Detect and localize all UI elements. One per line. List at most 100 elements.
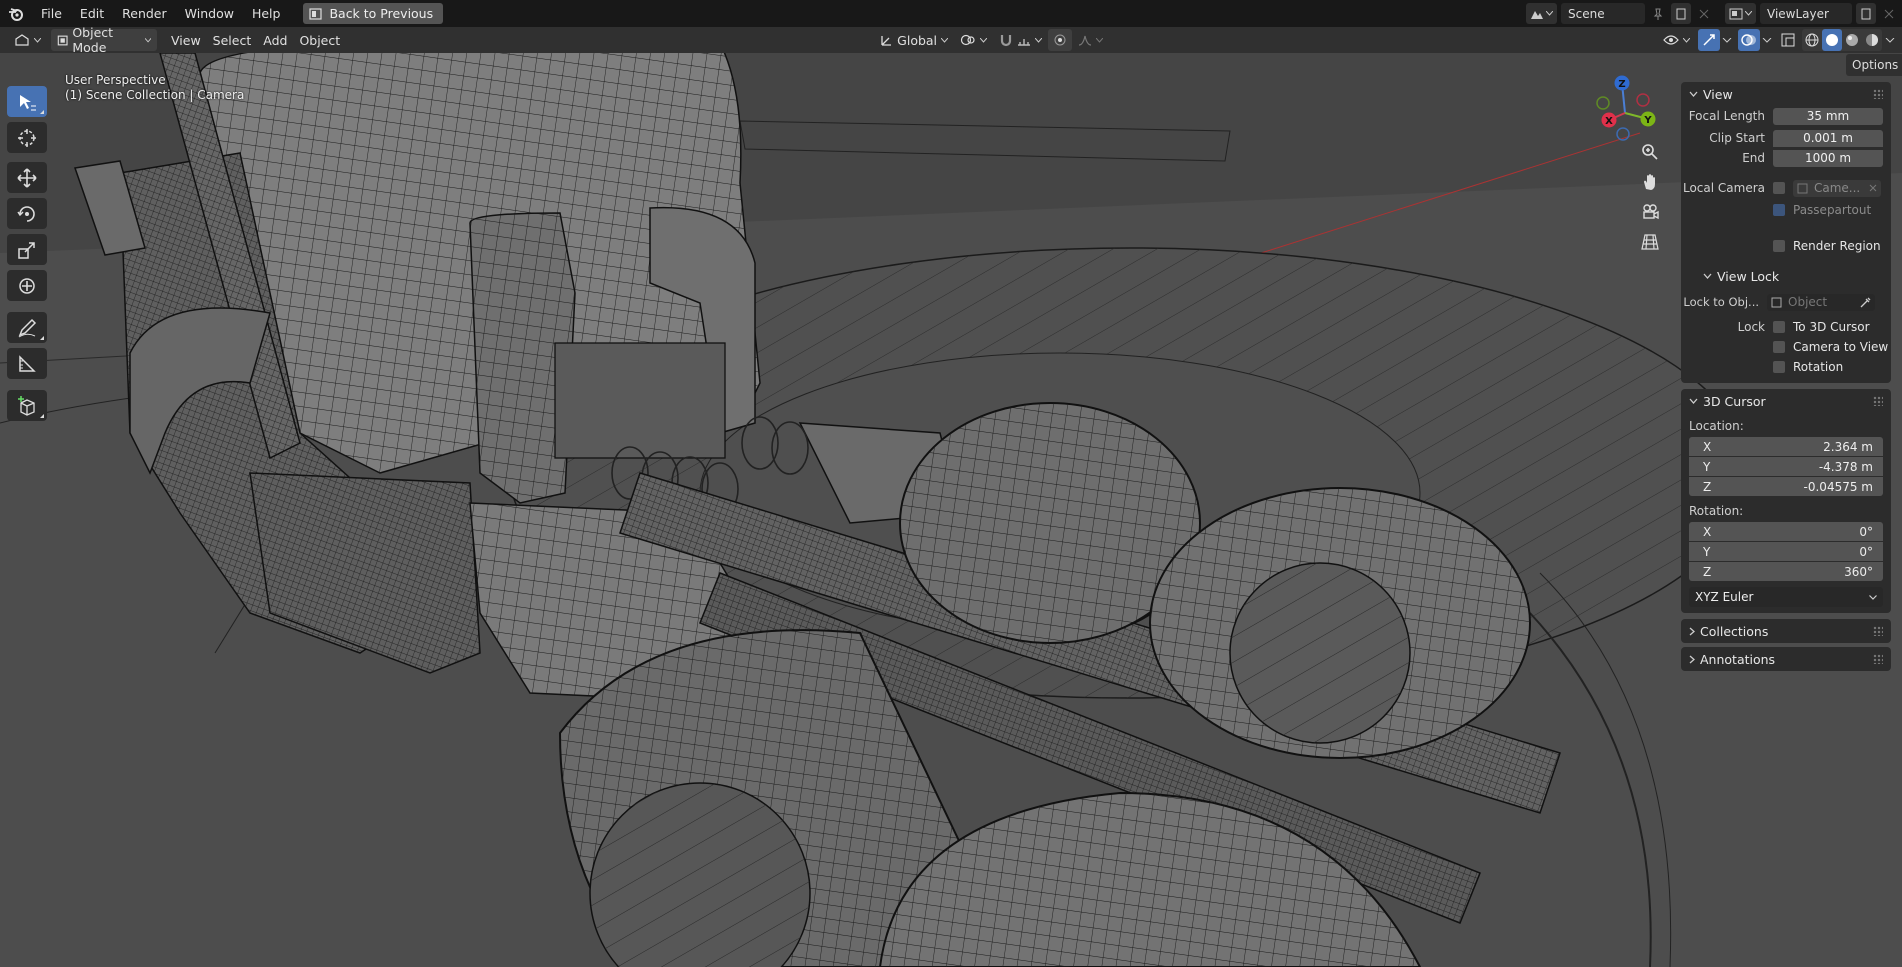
menu-render[interactable]: Render (113, 0, 176, 27)
chevron-down-icon[interactable] (1722, 37, 1732, 43)
shading-solid-button[interactable] (1822, 29, 1842, 51)
gizmo-neg-x[interactable] (1636, 93, 1650, 107)
xray-toggle[interactable] (1778, 29, 1798, 51)
header-menu-add[interactable]: Add (257, 29, 293, 51)
passepartout-checkbox[interactable] (1773, 204, 1785, 216)
chevron-down-icon[interactable] (1762, 37, 1772, 43)
shading-material-button[interactable] (1842, 29, 1862, 51)
scene-name-field[interactable]: Scene (1561, 3, 1645, 24)
3d-cursor-panel-header[interactable]: 3D Cursor (1681, 389, 1891, 413)
transform-tool[interactable] (7, 270, 47, 301)
move-arrows-icon (17, 167, 37, 188)
drag-handle-icon[interactable] (1873, 626, 1883, 636)
3d-viewport[interactable]: User Perspective (1) Scene Collection | … (0, 53, 1902, 967)
add-cube-tool[interactable] (7, 390, 47, 421)
gizmo-neg-z[interactable] (1616, 127, 1630, 141)
lock-to-3d-cursor-label: To 3D Cursor (1793, 320, 1870, 334)
cursor-location-y-field[interactable]: Y -4.378 m (1689, 457, 1883, 476)
3d-cursor-title: 3D Cursor (1703, 393, 1766, 409)
drag-handle-icon[interactable] (1873, 89, 1883, 99)
clear-x-icon[interactable] (1869, 184, 1877, 192)
pivot-icon (960, 34, 975, 46)
proportional-editing-toggle[interactable] (1048, 29, 1073, 51)
view-panel-header[interactable]: View (1681, 82, 1891, 106)
local-camera-checkbox[interactable] (1773, 182, 1785, 194)
new-scene-icon[interactable] (1671, 3, 1691, 24)
menu-file[interactable]: File (32, 0, 71, 27)
gizmo-neg-y[interactable] (1596, 96, 1610, 110)
cursor-tool[interactable] (7, 122, 47, 153)
local-camera-field[interactable]: Came... (1793, 179, 1881, 197)
visibility-selector[interactable] (1657, 29, 1696, 51)
cursor-rotation-z-field[interactable]: Z 360° (1689, 562, 1883, 581)
collections-panel-header[interactable]: Collections (1681, 619, 1891, 643)
lock-rotation-checkbox[interactable] (1773, 361, 1785, 373)
move-tool[interactable] (7, 162, 47, 193)
blender-logo-icon[interactable] (0, 0, 32, 27)
perspective-toggle-button[interactable] (1637, 229, 1663, 255)
editor-type-button[interactable] (8, 29, 47, 51)
gizmo-z-axis[interactable]: Z (1614, 75, 1630, 91)
camera-view-button[interactable] (1637, 199, 1663, 225)
options-button[interactable]: Options (1846, 54, 1902, 76)
measure-tool[interactable] (7, 348, 47, 379)
view-lock-subpanel-header[interactable]: View Lock (1681, 264, 1891, 288)
transform-orientation-selector[interactable]: Global (874, 29, 954, 51)
annotations-panel[interactable]: Annotations (1681, 647, 1891, 671)
menu-window[interactable]: Window (176, 0, 243, 27)
focal-length-label: Focal Length (1688, 109, 1765, 123)
annotations-panel-header[interactable]: Annotations (1681, 647, 1891, 671)
viewlayer-selector-button[interactable] (1725, 3, 1756, 24)
cursor-rotation-x-field[interactable]: X 0° (1689, 522, 1883, 541)
view-panel: View Focal Length 35 mm Clip Start 0.001 m… (1681, 82, 1891, 383)
eyedropper-icon[interactable] (1860, 297, 1871, 308)
cursor-rotation-y-field[interactable]: Y 0° (1689, 542, 1883, 561)
scale-tool[interactable] (7, 234, 47, 265)
header-menu-object[interactable]: Object (293, 29, 346, 51)
rotate-tool[interactable] (7, 198, 47, 229)
header-menu-select[interactable]: Select (207, 29, 258, 51)
clip-start-field[interactable]: 0.001 m (1773, 129, 1883, 147)
clip-end-field[interactable]: 1000 m (1773, 149, 1883, 167)
lock-to-object-field[interactable]: Object (1767, 293, 1875, 311)
chevron-down-icon[interactable] (1884, 37, 1896, 43)
render-region-checkbox[interactable] (1773, 240, 1785, 252)
camera-to-view-checkbox[interactable] (1773, 341, 1785, 353)
scene-selector-button[interactable] (1526, 3, 1557, 24)
cursor-location-x-field[interactable]: X 2.364 m (1689, 437, 1883, 456)
gizmo-x-label: X (1605, 116, 1613, 127)
drag-handle-icon[interactable] (1873, 654, 1883, 664)
collections-panel[interactable]: Collections (1681, 619, 1891, 643)
back-to-previous-button[interactable]: Back to Previous (303, 3, 444, 24)
cursor-location-z-field[interactable]: Z -0.04575 m (1689, 477, 1883, 496)
gizmo-toggle[interactable] (1698, 29, 1720, 51)
proportional-falloff-selector[interactable] (1072, 29, 1109, 51)
snap-toggle[interactable] (993, 29, 1048, 51)
delete-scene-icon[interactable] (1695, 3, 1713, 24)
menu-edit[interactable]: Edit (71, 0, 113, 27)
pan-button[interactable] (1637, 169, 1663, 195)
menu-help[interactable]: Help (243, 0, 290, 27)
annotate-tool[interactable] (7, 312, 47, 343)
rotation-mode-dropdown[interactable]: XYZ Euler (1689, 587, 1883, 607)
overlays-toggle[interactable] (1738, 29, 1760, 51)
add-cube-icon (18, 395, 35, 416)
gizmo-x-axis[interactable]: X (1601, 112, 1617, 128)
gizmo-y-axis[interactable]: Y (1640, 111, 1656, 127)
mode-selector[interactable]: Object Mode (51, 25, 157, 55)
new-viewlayer-icon[interactable] (1856, 3, 1876, 24)
pivot-point-selector[interactable] (954, 29, 993, 51)
shading-wireframe-button[interactable] (1802, 29, 1822, 51)
scene-name: Scene (1568, 6, 1605, 21)
zoom-button[interactable] (1637, 139, 1663, 165)
viewlayer-name-field[interactable]: ViewLayer (1760, 3, 1852, 24)
focal-length-field[interactable]: 35 mm (1773, 107, 1883, 125)
shading-rendered-button[interactable] (1862, 29, 1882, 51)
header-menu-view[interactable]: View (165, 29, 207, 51)
delete-viewlayer-icon[interactable] (1880, 3, 1898, 24)
lock-to-3d-cursor-checkbox[interactable] (1773, 321, 1785, 333)
select-box-tool[interactable] (7, 86, 47, 117)
pin-scene-icon[interactable] (1649, 3, 1667, 24)
lock-to-object-label: Lock to Obj... (1683, 295, 1759, 309)
drag-handle-icon[interactable] (1873, 396, 1883, 406)
